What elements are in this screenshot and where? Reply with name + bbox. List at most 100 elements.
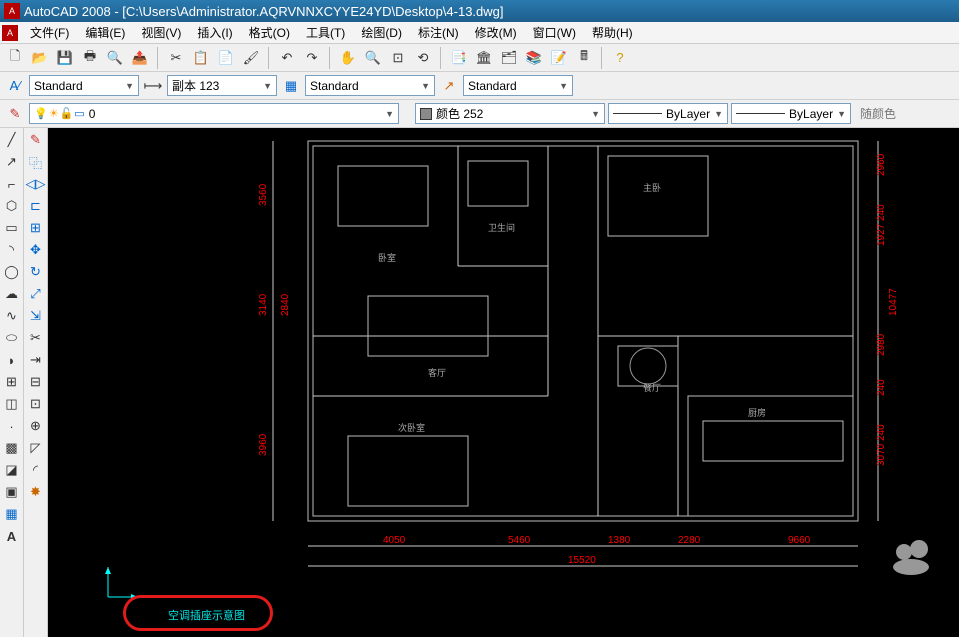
region-button[interactable]: ▣ (2, 482, 22, 502)
dim-style-value: 副本 123 (172, 77, 219, 94)
separator (440, 47, 442, 69)
table-style-icon[interactable]: ▦ (280, 75, 302, 97)
menu-insert[interactable]: 插入(I) (189, 22, 240, 43)
publish-button[interactable]: 📤 (129, 47, 151, 69)
svg-text:1927 240: 1927 240 (876, 204, 887, 246)
open-button[interactable]: 📂 (29, 47, 51, 69)
menu-bar: A 文件(F) 编辑(E) 视图(V) 插入(I) 格式(O) 工具(T) 绘图… (0, 22, 959, 44)
menu-modify[interactable]: 修改(M) (467, 22, 525, 43)
undo-button[interactable]: ↶ (276, 47, 298, 69)
tool-palettes-button[interactable]: 🗂 (498, 47, 520, 69)
pan-button[interactable]: ✋ (337, 47, 359, 69)
layer-state-icons: 💡☀🔓▭ (34, 107, 85, 120)
svg-text:1380: 1380 (608, 535, 631, 546)
zoom-prev-button[interactable]: ⟲ (412, 47, 434, 69)
revcloud-button[interactable]: ☁ (2, 284, 22, 304)
plot-style-label: 随颜色 (854, 105, 902, 122)
copy-obj-button[interactable]: ⿻ (26, 152, 46, 172)
matchprop-button[interactable]: 🖌 (240, 47, 262, 69)
svg-text:10477: 10477 (888, 288, 898, 316)
hatch-button[interactable]: ▩ (2, 438, 22, 458)
layer-combo[interactable]: 💡☀🔓▭ 0 ▼ (29, 103, 399, 124)
menu-tools[interactable]: 工具(T) (298, 22, 353, 43)
paste-button[interactable]: 📄 (215, 47, 237, 69)
dim-style-icon[interactable]: ⟼ (142, 75, 164, 97)
copy-button[interactable]: 📋 (190, 47, 212, 69)
offset-button[interactable]: ⊏ (26, 196, 46, 216)
mirror-button[interactable]: ◁▷ (26, 174, 46, 194)
menu-edit[interactable]: 编辑(E) (77, 22, 133, 43)
markup-button[interactable]: 📝 (548, 47, 570, 69)
circle-button[interactable]: ◯ (2, 262, 22, 282)
menu-draw[interactable]: 绘图(D) (353, 22, 410, 43)
menu-view[interactable]: 视图(V) (133, 22, 189, 43)
sheet-set-button[interactable]: 📚 (523, 47, 545, 69)
dim-style-combo[interactable]: 副本 123▼ (167, 75, 277, 96)
menu-help[interactable]: 帮助(H) (584, 22, 641, 43)
redo-button[interactable]: ↷ (301, 47, 323, 69)
chamfer-button[interactable]: ◸ (26, 438, 46, 458)
mleader-style-combo[interactable]: Standard▼ (463, 75, 573, 96)
mtext-button[interactable]: A (2, 526, 22, 546)
svg-text:餐厅: 餐厅 (643, 382, 661, 393)
ellipse-button[interactable]: ⬭ (2, 328, 22, 348)
polygon-button[interactable]: ⬡ (2, 196, 22, 216)
scale-button[interactable]: ⤢ (26, 284, 46, 304)
print-button[interactable]: 🖶 (79, 47, 101, 69)
spline-button[interactable]: ∿ (2, 306, 22, 326)
zoom-rt-button[interactable]: 🔍 (362, 47, 384, 69)
make-block-button[interactable]: ◫ (2, 394, 22, 414)
lineweight-combo[interactable]: ByLayer ▼ (731, 103, 851, 124)
save-button[interactable]: 💾 (54, 47, 76, 69)
svg-text:3070 240: 3070 240 (876, 424, 887, 466)
layer-manager-button[interactable]: ✎ (4, 103, 26, 125)
quickcalc-button[interactable]: 🖩 (573, 47, 595, 69)
mleader-style-value: Standard (468, 79, 517, 93)
stretch-button[interactable]: ⇲ (26, 306, 46, 326)
doc-icon: A (2, 25, 18, 41)
color-combo[interactable]: 颜色 252 ▼ (415, 103, 605, 124)
help-button[interactable]: ? (609, 47, 631, 69)
separator (601, 47, 603, 69)
join-button[interactable]: ⊕ (26, 416, 46, 436)
move-button[interactable]: ✥ (26, 240, 46, 260)
properties-button[interactable]: 📑 (448, 47, 470, 69)
menu-format[interactable]: 格式(O) (241, 22, 298, 43)
gradient-button[interactable]: ◪ (2, 460, 22, 480)
svg-text:15520: 15520 (568, 555, 596, 566)
rectangle-button[interactable]: ▭ (2, 218, 22, 238)
drawing-canvas[interactable]: 卧室 卫生间 主卧 客厅 次卧室 餐厅 厨房 4050 5460 1380 22… (48, 128, 959, 637)
rotate-button[interactable]: ↻ (26, 262, 46, 282)
preview-button[interactable]: 🔍 (104, 47, 126, 69)
new-button[interactable]: 🗋 (4, 47, 26, 69)
point-button[interactable]: · (2, 416, 22, 436)
fillet-button[interactable]: ◜ (26, 460, 46, 480)
text-style-icon[interactable]: A⁄ (4, 75, 26, 97)
cut-button[interactable]: ✂ (165, 47, 187, 69)
table-button[interactable]: ▦ (2, 504, 22, 524)
mleader-style-icon[interactable]: ↗ (438, 75, 460, 97)
extend-button[interactable]: ⇥ (26, 350, 46, 370)
table-style-combo[interactable]: Standard▼ (305, 75, 435, 96)
line-button[interactable]: ╱ (2, 130, 22, 150)
break-button[interactable]: ⊡ (26, 394, 46, 414)
zoom-window-button[interactable]: ⊡ (387, 47, 409, 69)
pline-button[interactable]: ⌐ (2, 174, 22, 194)
menu-file[interactable]: 文件(F) (22, 22, 77, 43)
text-style-combo[interactable]: Standard▼ (29, 75, 139, 96)
svg-text:卫生间: 卫生间 (488, 222, 515, 233)
explode-button[interactable]: ✸ (26, 482, 46, 502)
break-at-point-button[interactable]: ⊟ (26, 372, 46, 392)
trim-button[interactable]: ✂ (26, 328, 46, 348)
xline-button[interactable]: ↗ (2, 152, 22, 172)
arc-button[interactable]: ◝ (2, 240, 22, 260)
ellipse-arc-button[interactable]: ◗ (2, 350, 22, 370)
dcenter-button[interactable]: 🏛 (473, 47, 495, 69)
linetype-combo[interactable]: ByLayer ▼ (608, 103, 728, 124)
menu-window[interactable]: 窗口(W) (525, 22, 584, 43)
insert-block-button[interactable]: ⊞ (2, 372, 22, 392)
menu-dimension[interactable]: 标注(N) (410, 22, 467, 43)
erase-button[interactable]: ✎ (26, 130, 46, 150)
title-bar: A AutoCAD 2008 - [C:\Users\Administrator… (0, 0, 959, 22)
array-button[interactable]: ⊞ (26, 218, 46, 238)
